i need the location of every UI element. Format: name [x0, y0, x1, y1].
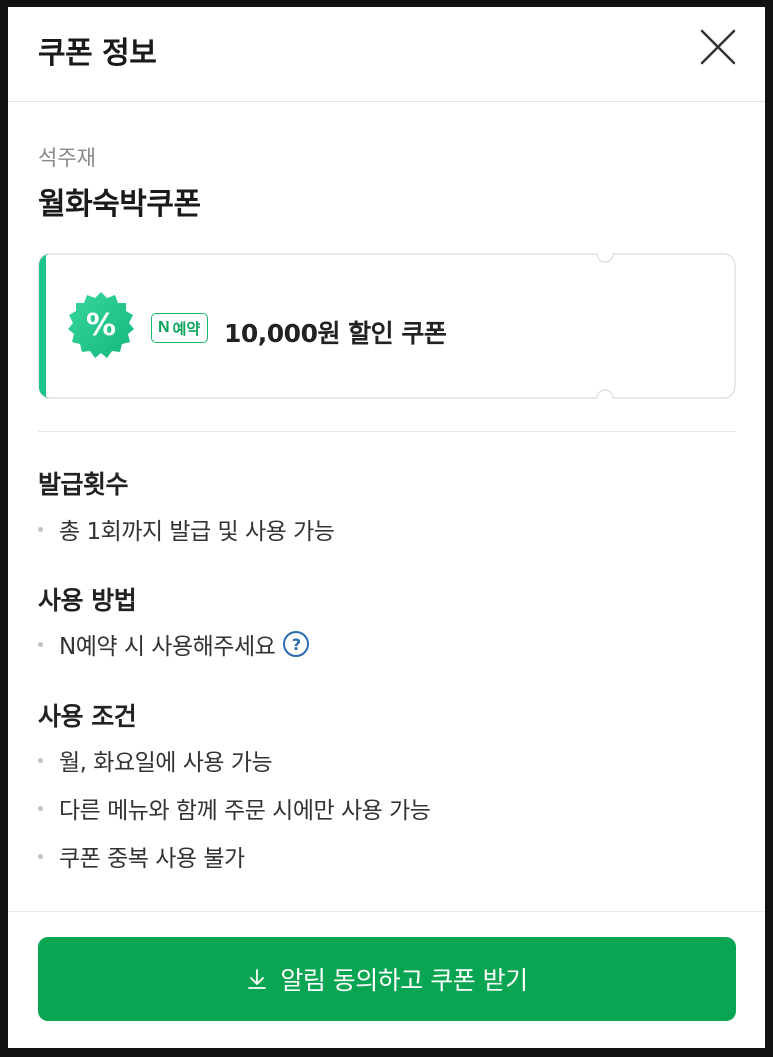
percent-symbol: % [86, 308, 116, 343]
section-divider [38, 431, 736, 432]
footer-divider [8, 911, 765, 912]
condition-text: 월, 화요일에 사용 가능 [59, 750, 273, 776]
bullet-dot [38, 853, 43, 859]
coupon-discount-text: 10,000원 할인 쿠폰 [224, 319, 447, 348]
get-coupon-label: 알림 동의하고 쿠폰 받기 [280, 966, 528, 995]
coupon-info-sheet: 쿠폰 정보 석주재 월화숙박쿠폰 % N 예약 10,000원 할인 쿠폰 발급… [8, 7, 765, 1048]
condition-text: 쿠폰 중복 사용 불가 [59, 846, 245, 872]
close-icon [700, 29, 736, 65]
usage-method-title: 사용 방법 [38, 586, 137, 615]
naver-n-logo: N [158, 319, 170, 336]
get-coupon-button[interactable]: 알림 동의하고 쿠폰 받기 [38, 937, 736, 1021]
issue-count-text: 총 1회까지 발급 및 사용 가능 [59, 519, 335, 545]
page-title: 쿠폰 정보 [38, 36, 157, 71]
sheet-header: 쿠폰 정보 [8, 7, 765, 102]
naver-reservation-badge: N 예약 [151, 313, 209, 343]
bullet-dot [38, 526, 43, 532]
download-icon [248, 969, 267, 989]
list-item: 다른 메뉴와 함께 주문 시에만 사용 가능 [38, 791, 431, 825]
condition-text: 다른 메뉴와 함께 주문 시에만 사용 가능 [59, 798, 431, 824]
coupon-card: % N 예약 10,000원 할인 쿠폰 [38, 253, 736, 399]
list-item: 쿠폰 중복 사용 불가 [38, 839, 245, 873]
help-icon[interactable]: ? [283, 631, 310, 657]
close-button[interactable] [696, 25, 740, 69]
coupon-name: 월화숙박쿠폰 [38, 187, 201, 222]
usage-conditions-title: 사용 조건 [38, 702, 137, 731]
list-item: 월, 화요일에 사용 가능 [38, 743, 273, 777]
list-item: N예약 시 사용해주세요 ? [38, 627, 310, 661]
bullet-dot [38, 757, 43, 763]
usage-method-text: N예약 시 사용해주세요 [59, 634, 276, 660]
issue-count-title: 발급횟수 [38, 470, 129, 499]
list-item: 총 1회까지 발급 및 사용 가능 [38, 512, 335, 546]
shop-name: 석주재 [38, 146, 96, 170]
bullet-dot [38, 805, 43, 811]
reservation-label: 예약 [172, 319, 201, 338]
discount-percent-icon: % [66, 290, 136, 360]
bullet-dot [38, 641, 43, 647]
